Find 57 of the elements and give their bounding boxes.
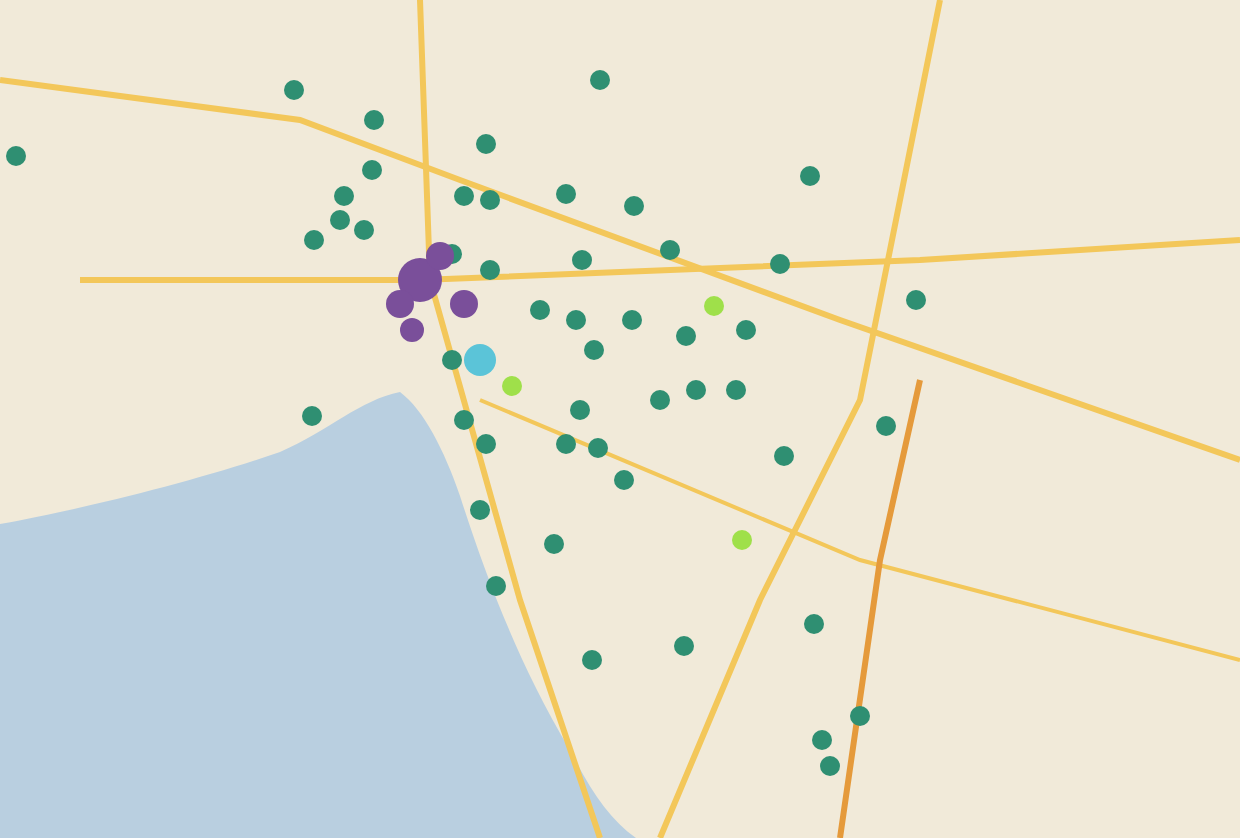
map-marker[interactable]	[660, 240, 680, 260]
map-marker[interactable]	[284, 80, 304, 100]
map-marker[interactable]	[614, 470, 634, 490]
map-marker[interactable]	[530, 300, 550, 320]
map-marker[interactable]	[588, 438, 608, 458]
map-marker[interactable]	[876, 416, 896, 436]
map-marker[interactable]	[584, 340, 604, 360]
map-marker[interactable]	[480, 260, 500, 280]
map-marker[interactable]	[450, 290, 478, 318]
map-marker[interactable]	[650, 390, 670, 410]
map-marker[interactable]	[502, 376, 522, 396]
map-marker[interactable]	[362, 160, 382, 180]
map-marker[interactable]	[400, 318, 424, 342]
map-marker[interactable]	[736, 320, 756, 340]
map-marker[interactable]	[442, 350, 462, 370]
map-marker[interactable]	[386, 290, 414, 318]
map-marker[interactable]	[800, 166, 820, 186]
map-marker[interactable]	[770, 254, 790, 274]
map-marker[interactable]	[566, 310, 586, 330]
map-marker[interactable]	[6, 146, 26, 166]
map-marker[interactable]	[732, 530, 752, 550]
map-marker[interactable]	[334, 186, 354, 206]
map-marker[interactable]	[570, 400, 590, 420]
map-marker[interactable]	[454, 410, 474, 430]
map-marker[interactable]	[556, 434, 576, 454]
map-marker[interactable]	[812, 730, 832, 750]
map-marker[interactable]	[476, 134, 496, 154]
map-marker[interactable]	[624, 196, 644, 216]
map-marker[interactable]	[426, 242, 454, 270]
map-marker[interactable]	[686, 380, 706, 400]
map-marker[interactable]	[674, 636, 694, 656]
map-marker[interactable]	[556, 184, 576, 204]
map-marker[interactable]	[590, 70, 610, 90]
map-marker[interactable]	[476, 434, 496, 454]
map-marker[interactable]	[304, 230, 324, 250]
map-marker[interactable]	[354, 220, 374, 240]
map-marker[interactable]	[622, 310, 642, 330]
map-marker[interactable]	[676, 326, 696, 346]
map-marker[interactable]	[726, 380, 746, 400]
map-marker[interactable]	[804, 614, 824, 634]
map-marker[interactable]	[820, 756, 840, 776]
map-marker[interactable]	[774, 446, 794, 466]
map-marker[interactable]	[330, 210, 350, 230]
map-marker[interactable]	[454, 186, 474, 206]
map-marker[interactable]	[544, 534, 564, 554]
map-marker[interactable]	[398, 258, 442, 302]
map-marker[interactable]	[470, 500, 490, 520]
map-marker[interactable]	[464, 344, 496, 376]
map-marker[interactable]	[582, 650, 602, 670]
map-marker[interactable]	[572, 250, 592, 270]
map-marker[interactable]	[486, 576, 506, 596]
map-marker[interactable]	[302, 406, 322, 426]
map-marker[interactable]	[480, 190, 500, 210]
map-marker[interactable]	[850, 706, 870, 726]
map-marker[interactable]	[906, 290, 926, 310]
map-marker[interactable]	[364, 110, 384, 130]
map-marker[interactable]	[704, 296, 724, 316]
